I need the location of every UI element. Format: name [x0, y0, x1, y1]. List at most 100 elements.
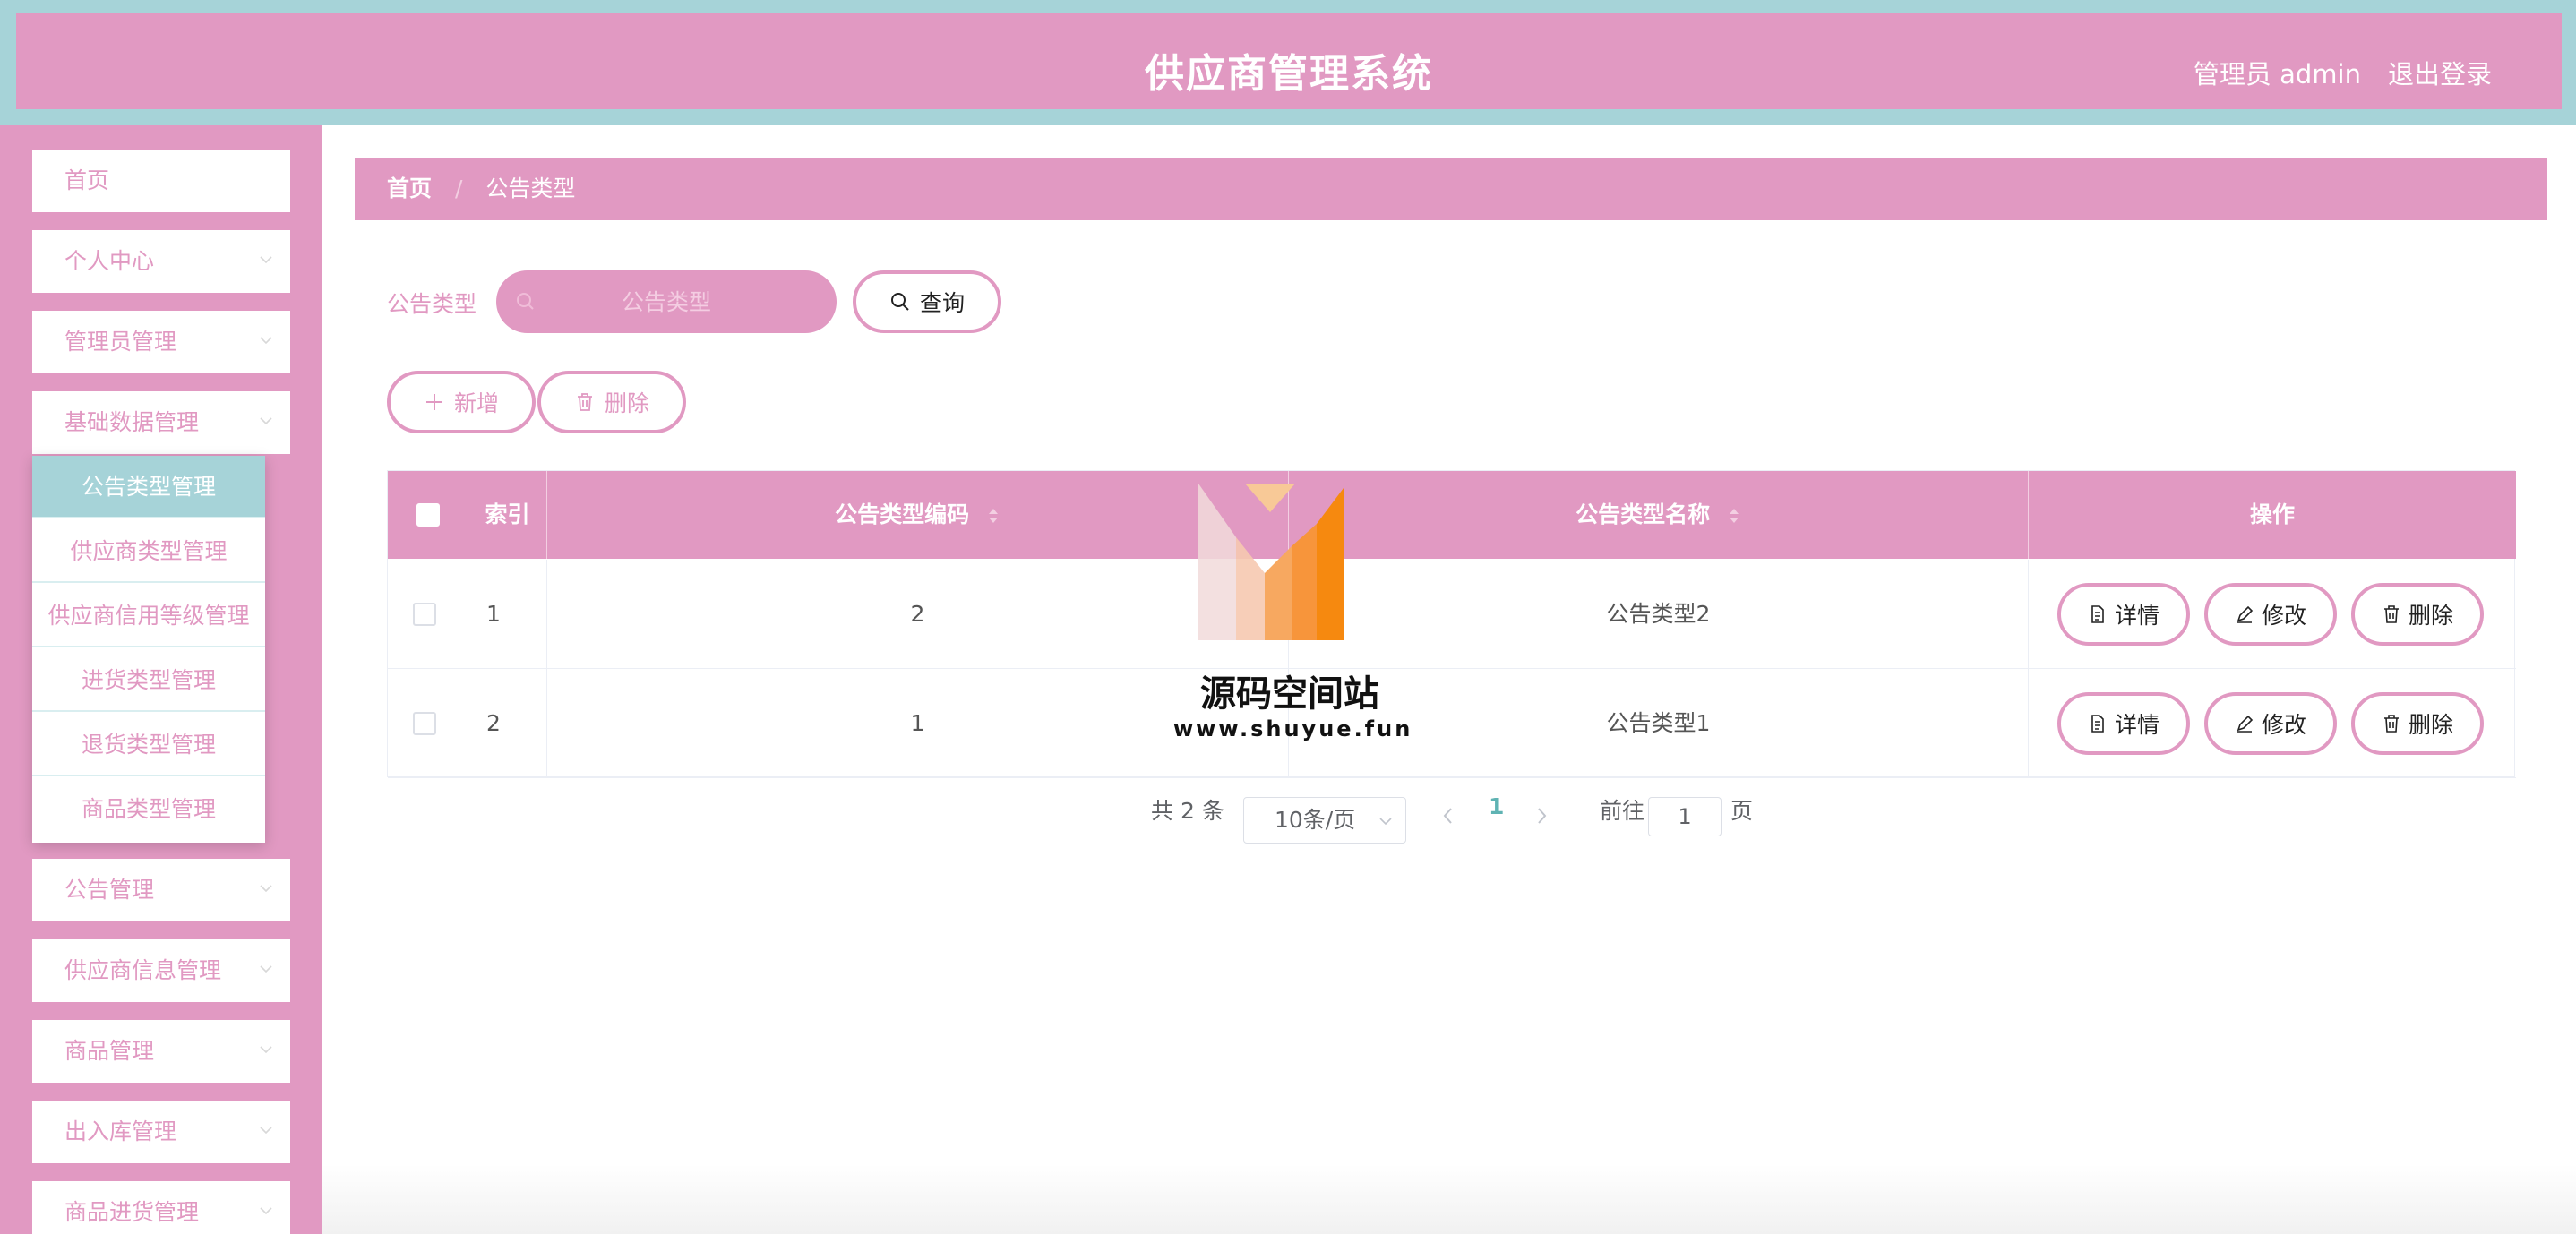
next-page-icon[interactable] — [1533, 806, 1550, 826]
goto-label: 前往 — [1600, 798, 1645, 824]
detail-label: 详情 — [2114, 603, 2160, 629]
breadcrumb: 首页 / 公告类型 — [355, 158, 2547, 220]
delete-label: 删除 — [2408, 712, 2453, 738]
pagination-total: 共 2 条 — [1151, 798, 1224, 824]
edit-button[interactable]: 修改 — [2204, 692, 2337, 755]
detail-button[interactable]: 详情 — [2057, 583, 2190, 646]
edit-icon — [2237, 605, 2254, 623]
chevron-down-icon — [260, 965, 272, 973]
index-cell: 2 — [468, 669, 547, 778]
submenu-item-label: 商品类型管理 — [81, 796, 216, 822]
header-bar: 供应商管理系统 管理员 admin 退出登录 — [16, 13, 2562, 109]
page-number-current[interactable]: 1 — [1489, 793, 1504, 838]
logout-link[interactable]: 退出登录 — [2388, 54, 2492, 91]
column-header: 操作 — [2249, 501, 2295, 527]
row-checkbox[interactable] — [413, 712, 436, 735]
plus-icon — [425, 394, 442, 410]
delete-button[interactable]: 删除 — [2351, 692, 2484, 755]
row-select-cell — [388, 560, 468, 669]
actions-cell: 详情 修改 删除 — [2029, 560, 2516, 669]
sort-icon[interactable] — [1727, 504, 1741, 527]
watermark-url: www.shuyue.fun — [1173, 716, 1413, 741]
app-title: 供应商管理系统 — [1145, 51, 1433, 97]
table-row: 1 2 公告类型2 详情 修改 删除 — [388, 560, 2516, 669]
sidebar-item-label: 公告管理 — [64, 877, 155, 903]
chevron-down-icon — [1379, 818, 1392, 826]
sidebar-item-personal-center[interactable]: 个人中心 — [32, 230, 290, 293]
delete-label: 删除 — [2408, 603, 2453, 629]
add-button[interactable]: 新增 — [387, 371, 536, 433]
submenu-item-notice-type[interactable]: 公告类型管理 — [32, 456, 265, 518]
edit-icon — [2237, 715, 2254, 733]
edit-button[interactable]: 修改 — [2204, 583, 2337, 646]
code-cell: 2 — [547, 560, 1289, 669]
bottom-shadow — [322, 1164, 2576, 1234]
breadcrumb-current: 公告类型 — [485, 176, 576, 201]
submenu-item-label: 退货类型管理 — [81, 732, 216, 758]
edit-label: 修改 — [2261, 603, 2306, 629]
document-icon — [2091, 715, 2104, 733]
sidebar-item-label: 商品进货管理 — [64, 1199, 200, 1225]
sidebar-item-label: 个人中心 — [64, 248, 155, 274]
sidebar-item-basic-data[interactable]: 基础数据管理 — [32, 391, 290, 454]
sort-icon[interactable] — [986, 504, 1000, 527]
row-select-cell — [388, 669, 468, 778]
trash-icon — [2383, 605, 2399, 623]
notice-type-table: 索引 公告类型编码 公告类型名称 操作 1 2 公告类型2 详情 修改 删除 2… — [387, 470, 2516, 778]
batch-delete-label: 删除 — [604, 390, 649, 416]
sidebar-item-supplier-info[interactable]: 供应商信息管理 — [32, 939, 290, 1002]
sidebar-item-inout-management[interactable]: 出入库管理 — [32, 1101, 290, 1163]
page-size-value: 10条/页 — [1275, 807, 1356, 833]
index-cell: 1 — [468, 560, 547, 669]
sidebar-item-notice-management[interactable]: 公告管理 — [32, 859, 290, 921]
document-icon — [2091, 605, 2104, 623]
breadcrumb-separator: / — [454, 176, 463, 201]
sidebar-item-admin-management[interactable]: 管理员管理 — [32, 311, 290, 373]
column-header: 公告类型名称 — [1576, 501, 1711, 527]
search-icon — [890, 293, 909, 311]
detail-button[interactable]: 详情 — [2057, 692, 2190, 755]
search-label: 公告类型 — [387, 291, 477, 317]
detail-label: 详情 — [2114, 712, 2160, 738]
edit-label: 修改 — [2261, 712, 2306, 738]
chevron-down-icon — [260, 337, 272, 345]
actions-cell: 详情 修改 删除 — [2029, 669, 2516, 778]
header-name[interactable]: 公告类型名称 — [1289, 471, 2029, 559]
column-header: 公告类型编码 — [835, 501, 970, 527]
sidebar-item-home[interactable]: 首页 — [32, 150, 290, 212]
submenu-item-credit-level[interactable]: 供应商信用等级管理 — [32, 585, 265, 647]
submenu-item-return-type[interactable]: 退货类型管理 — [32, 714, 265, 776]
prev-page-icon[interactable] — [1440, 806, 1456, 826]
table-row: 2 1 公告类型1 详情 修改 删除 — [388, 669, 2516, 778]
goto-page-input[interactable] — [1648, 797, 1722, 836]
row-checkbox[interactable] — [413, 603, 436, 626]
submenu-item-product-type[interactable]: 商品类型管理 — [32, 778, 265, 841]
chevron-down-icon — [260, 1127, 272, 1135]
select-all-checkbox[interactable] — [416, 503, 440, 527]
submenu-item-label: 公告类型管理 — [81, 474, 216, 500]
watermark-title: 源码空间站 — [1200, 673, 1379, 715]
submenu-item-label: 供应商信用等级管理 — [47, 603, 250, 629]
sidebar-item-purchase-management[interactable]: 商品进货管理 — [32, 1181, 290, 1234]
trash-icon — [577, 393, 592, 411]
submenu-item-supplier-type[interactable]: 供应商类型管理 — [32, 520, 265, 583]
query-button-label: 查询 — [919, 290, 965, 316]
chevron-down-icon — [260, 1207, 272, 1215]
delete-button[interactable]: 删除 — [2351, 583, 2484, 646]
search-input[interactable] — [496, 270, 837, 333]
page-size-select[interactable]: 10条/页 — [1243, 797, 1406, 844]
sidebar-item-label: 出入库管理 — [64, 1118, 177, 1144]
current-user-label: 管理员 admin — [2193, 59, 2361, 90]
header-select-cell — [388, 471, 468, 559]
batch-delete-button[interactable]: 删除 — [537, 371, 686, 433]
chevron-down-icon — [260, 417, 272, 425]
sidebar: 首页 个人中心 管理员管理 基础数据管理 公告类型管理 供应商类型管理 供应商信… — [0, 125, 322, 1234]
header-code[interactable]: 公告类型编码 — [547, 471, 1289, 559]
sidebar-item-product-management[interactable]: 商品管理 — [32, 1020, 290, 1083]
top-header: 供应商管理系统 管理员 admin 退出登录 — [0, 0, 2576, 125]
query-button[interactable]: 查询 — [853, 270, 1001, 333]
breadcrumb-home[interactable]: 首页 — [387, 176, 432, 201]
submenu-item-purchase-type[interactable]: 进货类型管理 — [32, 649, 265, 712]
search-icon — [517, 293, 534, 310]
add-button-label: 新增 — [453, 390, 499, 416]
